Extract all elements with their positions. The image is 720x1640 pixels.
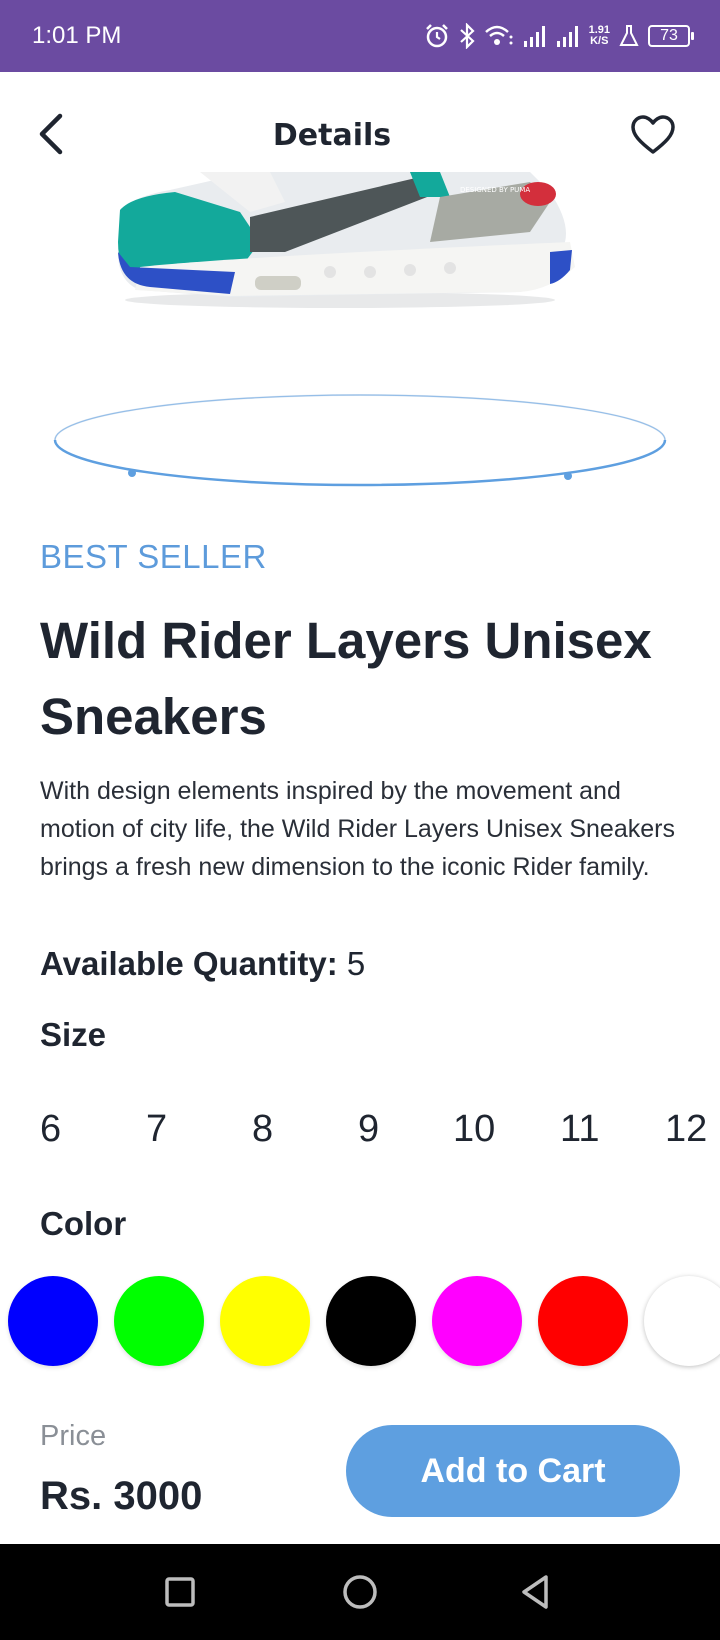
size-option[interactable]: 6 bbox=[40, 1108, 61, 1151]
triangle-back-icon[interactable] bbox=[512, 1568, 560, 1616]
color-swatch[interactable] bbox=[326, 1276, 416, 1366]
price-label: Price bbox=[40, 1420, 107, 1452]
signal-icon bbox=[523, 26, 545, 47]
app-header: Details bbox=[0, 72, 720, 172]
product-description: With design elements inspired by the mov… bbox=[40, 777, 675, 881]
size-options: 6 7 8 9 10 11 12 bbox=[0, 1108, 720, 1158]
alarm-icon bbox=[425, 24, 448, 48]
color-swatch[interactable] bbox=[432, 1276, 522, 1366]
available-quantity: Available Quantity: 5 bbox=[40, 945, 365, 983]
page-title: Details bbox=[272, 118, 392, 153]
size-label: Size bbox=[40, 1016, 107, 1053]
status-time: 1:01 PM bbox=[32, 22, 122, 49]
size-option[interactable]: 9 bbox=[358, 1108, 379, 1151]
size-option[interactable]: 10 bbox=[453, 1108, 495, 1151]
product-image: DESIGNED BY PUMA bbox=[118, 172, 575, 308]
heart-icon[interactable] bbox=[630, 114, 676, 156]
status-icons: 1.91 K/S 73 bbox=[424, 20, 694, 52]
color-swatch[interactable] bbox=[114, 1276, 204, 1366]
size-option[interactable]: 8 bbox=[252, 1108, 273, 1151]
system-nav-bar bbox=[0, 1544, 720, 1640]
network-speed-unit: K/S bbox=[590, 35, 609, 47]
color-swatch[interactable] bbox=[644, 1276, 720, 1366]
quantity-label: Available Quantity: bbox=[40, 945, 338, 982]
best-seller-badge: BEST SELLER bbox=[40, 538, 267, 575]
wifi-icon bbox=[484, 25, 513, 45]
size-option[interactable]: 12 bbox=[665, 1108, 707, 1151]
circle-icon[interactable] bbox=[336, 1568, 384, 1616]
status-bar: 1:01 PM 1.91 K/S 73 bbox=[0, 0, 720, 72]
image-pedestal-ellipse bbox=[53, 394, 667, 487]
quantity-value: 5 bbox=[346, 945, 366, 982]
square-icon[interactable] bbox=[156, 1568, 204, 1616]
bluetooth-icon bbox=[459, 23, 475, 49]
shoe-print-text: DESIGNED BY PUMA bbox=[460, 186, 530, 194]
battery-indicator: 73 bbox=[648, 25, 694, 47]
add-to-cart-button[interactable]: Add to Cart bbox=[346, 1425, 680, 1517]
flask-icon bbox=[619, 25, 639, 46]
signal-icon bbox=[556, 26, 578, 47]
price-value: Rs. 3000 bbox=[40, 1474, 203, 1518]
color-swatch[interactable] bbox=[220, 1276, 310, 1366]
network-speed: 1.91 K/S bbox=[589, 25, 610, 47]
color-swatch[interactable] bbox=[8, 1276, 98, 1366]
size-option[interactable]: 11 bbox=[560, 1108, 599, 1151]
color-label: Color bbox=[40, 1205, 127, 1242]
color-swatch[interactable] bbox=[538, 1276, 628, 1366]
product-name: Wild Rider Layers Unisex Sneakers bbox=[40, 612, 652, 745]
size-option[interactable]: 7 bbox=[146, 1108, 167, 1151]
